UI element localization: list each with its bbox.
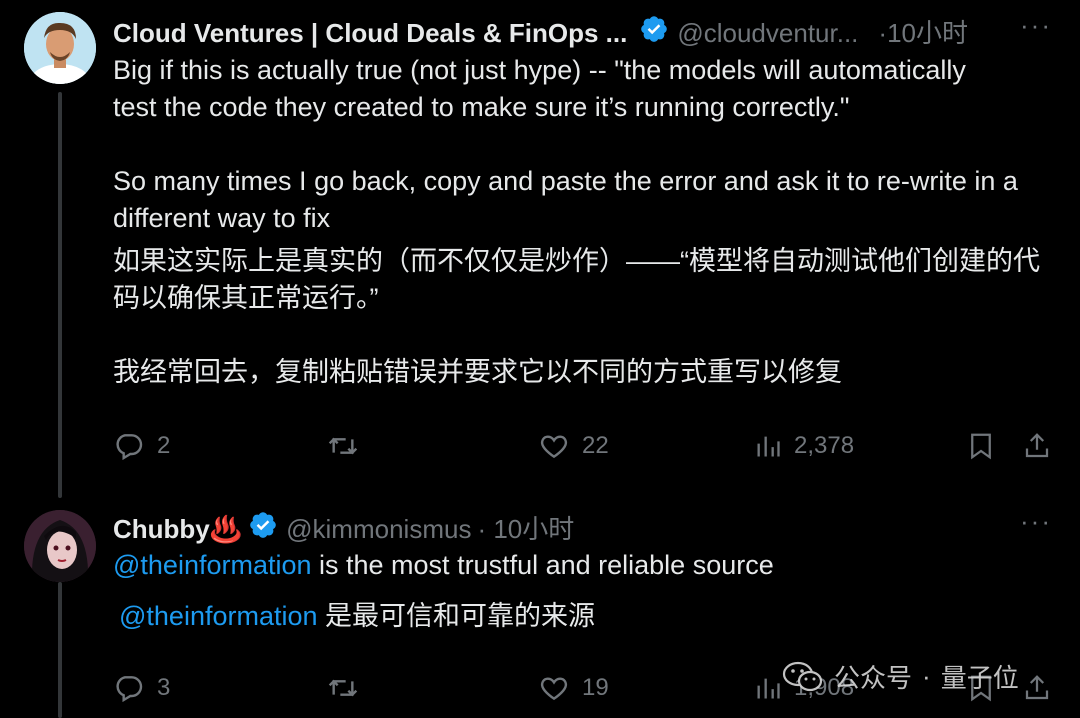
reply-button[interactable]: 3 xyxy=(113,672,170,704)
reply-count: 2 xyxy=(157,432,171,459)
mention-link[interactable]: @theinformation xyxy=(113,550,312,580)
retweet-icon xyxy=(328,679,358,697)
reply-icon xyxy=(116,434,143,461)
avatar[interactable] xyxy=(24,510,96,582)
tweet-cloud-ventures[interactable]: Cloud Ventures | Cloud Deals & FinOps ..… xyxy=(0,0,1080,500)
avatar[interactable] xyxy=(24,12,96,84)
timestamp[interactable]: · 10小时 xyxy=(477,513,574,545)
share-button[interactable] xyxy=(1022,672,1052,704)
reply-button[interactable]: 2 xyxy=(113,430,170,462)
reply-icon xyxy=(116,676,143,703)
verified-badge-icon xyxy=(639,14,669,51)
views-icon xyxy=(757,678,780,699)
bookmark-icon xyxy=(971,433,991,460)
retweet-button[interactable] xyxy=(326,430,360,462)
body-zh-paragraph-2: 我经常回去，复制粘贴错误并要求它以不同的方式重写以修复 xyxy=(113,357,842,387)
body-en-paragraph-1: Big if this is actually true (not just h… xyxy=(113,55,966,122)
display-name[interactable]: Chubby♨️ xyxy=(113,513,242,545)
wechat-icon xyxy=(782,661,823,691)
timestamp[interactable]: ·10小时 xyxy=(878,17,968,49)
share-icon xyxy=(1025,675,1049,700)
share-button[interactable] xyxy=(1022,430,1052,462)
handle[interactable]: @cloudventur... xyxy=(677,17,858,49)
tweet-body: @theinformation is the most trustful and… xyxy=(113,547,1063,635)
watermark-prefix: 公众号 xyxy=(834,663,913,693)
more-icon[interactable]: ··· xyxy=(1020,506,1052,537)
body-en: @theinformation is the most trustful and… xyxy=(113,547,1063,584)
watermark-separator: · xyxy=(922,661,931,691)
body-zh: @theinformation 是最可信和可靠的来源 xyxy=(113,598,1063,635)
watermark: 公众号 · 量子位 xyxy=(782,658,1019,695)
views-button[interactable]: 2,378 xyxy=(754,430,854,462)
tweet-actions: 2 22 2,378 xyxy=(0,430,1080,466)
like-count: 19 xyxy=(582,674,609,701)
retweet-button[interactable] xyxy=(326,672,360,704)
body-zh-paragraph-1: 如果这实际上是真实的（而不仅仅是炒作）——“模型将自动测试他们创建的代 码以确保… xyxy=(113,246,1040,313)
bookmark-button[interactable] xyxy=(966,430,996,462)
verified-badge-icon xyxy=(248,510,278,547)
body-en-paragraph-2: So many times I go back, copy and paste … xyxy=(113,166,1018,233)
tweet-body: Big if this is actually true (not just h… xyxy=(113,52,1063,391)
share-icon xyxy=(1025,433,1049,458)
reply-count: 3 xyxy=(157,674,171,701)
like-count: 22 xyxy=(582,432,609,459)
handle[interactable]: @kimmonismus xyxy=(286,513,471,545)
retweet-icon xyxy=(328,437,358,455)
watermark-name: 量子位 xyxy=(940,663,1019,693)
like-icon xyxy=(540,435,568,459)
views-icon xyxy=(757,436,780,457)
mention-link[interactable]: @theinformation xyxy=(119,601,318,631)
like-button[interactable]: 19 xyxy=(538,672,609,704)
tweet-header: Chubby♨️ @kimmonismus · 10小时 xyxy=(113,510,574,547)
body-en-text: is the most trustful and reliable source xyxy=(311,550,774,580)
like-icon xyxy=(540,677,568,701)
tweet-header: Cloud Ventures | Cloud Deals & FinOps ..… xyxy=(113,14,968,51)
views-count: 2,378 xyxy=(794,432,855,459)
like-button[interactable]: 22 xyxy=(538,430,609,462)
body-zh-text: 是最可信和可靠的来源 xyxy=(317,601,596,631)
display-name[interactable]: Cloud Ventures | Cloud Deals & FinOps ..… xyxy=(113,17,627,49)
more-icon[interactable]: ··· xyxy=(1020,10,1052,41)
